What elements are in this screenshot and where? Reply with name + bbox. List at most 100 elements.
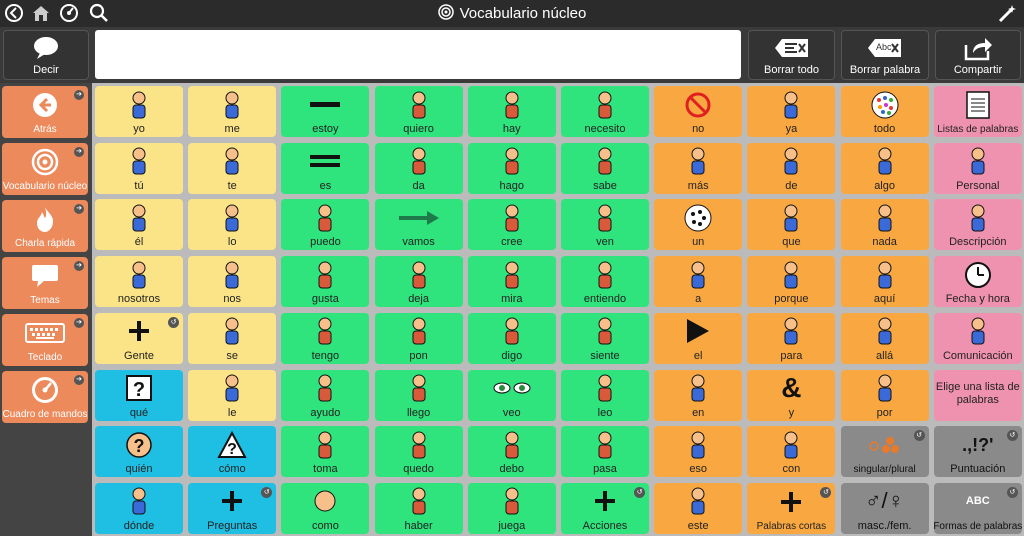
vocab-cell-formas-de-palabras[interactable]: ↺ ABC Formas de palabras xyxy=(933,482,1022,534)
vocab-cell-listas-de-palabras[interactable]: Listas de palabras xyxy=(933,86,1022,137)
edit-wand-icon[interactable] xyxy=(996,2,1020,24)
vocab-cell-cómo[interactable]: ? cómo xyxy=(188,426,277,478)
vocab-cell-masc-fem-[interactable]: ♂/♀ masc./fem. xyxy=(840,482,929,534)
vocab-cell-debo[interactable]: debo xyxy=(467,426,556,478)
vocab-cell-gente[interactable]: ↺ Gente xyxy=(95,312,183,364)
sidebar-item-keyboard[interactable]: ➔ Teclado xyxy=(2,314,88,366)
vocab-cell-el[interactable]: el xyxy=(654,312,743,364)
vocab-cell-dónde[interactable]: dónde xyxy=(95,482,183,534)
vocab-cell-ya[interactable]: ya xyxy=(747,86,836,137)
vocab-cell-tú[interactable]: tú xyxy=(95,142,183,194)
sidebar-item-back[interactable]: ➔ Atrás xyxy=(2,86,88,138)
vocab-cell-algo[interactable]: algo xyxy=(840,142,929,194)
vocab-cell-allá[interactable]: allá xyxy=(840,312,929,364)
vocab-cell-nada[interactable]: nada xyxy=(840,199,929,251)
vocab-cell-estoy[interactable]: estoy xyxy=(281,86,370,137)
vocab-cell-este[interactable]: este xyxy=(654,482,743,534)
vocab-cell-preguntas[interactable]: ↺ Preguntas xyxy=(188,482,277,534)
vocab-cell-con[interactable]: con xyxy=(747,426,836,478)
vocab-cell-digo[interactable]: digo xyxy=(467,312,556,364)
vocab-cell-yo[interactable]: yo xyxy=(95,86,183,137)
vocab-cell-leo[interactable]: leo xyxy=(561,369,649,421)
play-triangle-icon xyxy=(654,313,742,350)
vocab-cell-no[interactable]: no xyxy=(654,86,743,137)
vocab-cell-a[interactable]: a xyxy=(654,256,743,308)
vocab-cell-mira[interactable]: mira xyxy=(467,256,556,308)
vocab-cell-quiero[interactable]: quiero xyxy=(374,86,463,137)
vocab-cell-elige-una-lista-de-palabras[interactable]: Elige una lista de palabras xyxy=(933,369,1022,421)
sidebar-item-topics[interactable]: ➔ Temas xyxy=(2,257,88,309)
vocab-cell-le[interactable]: le xyxy=(188,369,277,421)
cell-label: qué xyxy=(129,406,149,419)
clear-word-button[interactable]: Abc Borrar palabra xyxy=(841,30,929,80)
vocab-cell-pasa[interactable]: pasa xyxy=(561,426,649,478)
vocab-cell-sabe[interactable]: sabe xyxy=(561,142,649,194)
sidebar-item-quick-chat[interactable]: ➔ Charla rápida xyxy=(2,200,88,252)
vocab-cell-él[interactable]: él xyxy=(95,199,183,251)
vocab-cell-personal[interactable]: Personal xyxy=(933,142,1022,194)
vocab-cell-me[interactable]: me xyxy=(188,86,277,137)
vocab-cell-toma[interactable]: toma xyxy=(281,426,370,478)
vocab-cell-un[interactable]: un xyxy=(654,199,743,251)
vocab-cell-comunicación[interactable]: Comunicación xyxy=(933,312,1022,364)
vocab-cell-lo[interactable]: lo xyxy=(188,199,277,251)
vocab-cell-nos[interactable]: nos xyxy=(188,256,277,308)
vocab-cell-singular-plural[interactable]: ↺ singular/plural xyxy=(840,426,929,478)
vocab-cell-eso[interactable]: eso xyxy=(654,426,743,478)
sidebar-item-core-vocabulary[interactable]: ➔ Vocabulario núcleo xyxy=(2,143,88,195)
vocab-cell-tengo[interactable]: tengo xyxy=(281,312,370,364)
vocab-cell-como[interactable]: como xyxy=(281,482,370,534)
vocab-cell-juega[interactable]: juega xyxy=(467,482,556,534)
vocab-cell-puntuación[interactable]: ↺ .,!?' Puntuación xyxy=(933,426,1022,478)
vocab-cell-por[interactable]: por xyxy=(840,369,929,421)
vocab-cell-llego[interactable]: llego xyxy=(374,369,463,421)
vocab-cell-todo[interactable]: todo xyxy=(840,86,929,137)
vocab-cell-de[interactable]: de xyxy=(747,142,836,194)
vocab-cell-te[interactable]: te xyxy=(188,142,277,194)
notebook-icon xyxy=(934,86,1022,124)
vocab-cell-más[interactable]: más xyxy=(654,142,743,194)
vocab-cell-deja[interactable]: deja xyxy=(374,256,463,308)
vocab-cell-y[interactable]: & y xyxy=(747,369,836,421)
vocab-cell-siente[interactable]: siente xyxy=(561,312,649,364)
vocab-cell-necesito[interactable]: necesito xyxy=(561,86,649,137)
vocab-cell-en[interactable]: en xyxy=(654,369,743,421)
vocab-cell-puedo[interactable]: puedo xyxy=(281,199,370,251)
vocab-cell-qué[interactable]: ? qué xyxy=(95,369,183,421)
more-options-icon: ↺ xyxy=(261,486,273,498)
speak-button[interactable]: Decir xyxy=(3,30,89,80)
vocab-cell-da[interactable]: da xyxy=(374,142,463,194)
vocab-cell-acciones[interactable]: ↺ Acciones xyxy=(561,482,649,534)
vocab-cell-aquí[interactable]: aquí xyxy=(840,256,929,308)
person-self-icon xyxy=(188,86,276,123)
vocab-cell-hay[interactable]: hay xyxy=(467,86,556,137)
vocab-cell-quién[interactable]: ? quién xyxy=(95,426,183,478)
vocab-cell-porque[interactable]: porque xyxy=(747,256,836,308)
nothing-icon xyxy=(841,199,929,236)
vocab-cell-para[interactable]: para xyxy=(747,312,836,364)
sidebar-item-dashboard[interactable]: ➔ Cuadro de mandos xyxy=(2,371,88,423)
vocab-cell-pon[interactable]: pon xyxy=(374,312,463,364)
vocab-cell-quedo[interactable]: quedo xyxy=(374,426,463,478)
vocab-cell-entiendo[interactable]: entiendo xyxy=(561,256,649,308)
vocab-cell-descripción[interactable]: Descripción xyxy=(933,199,1022,251)
gender-icon: ♂/♀ xyxy=(865,488,905,514)
vocab-cell-palabras-cortas[interactable]: ↺ Palabras cortas xyxy=(747,482,836,534)
message-input[interactable] xyxy=(95,30,741,79)
clear-all-button[interactable]: Borrar todo xyxy=(748,30,835,80)
vocab-cell-veo[interactable]: veo xyxy=(467,369,556,421)
vocab-cell-hago[interactable]: hago xyxy=(467,142,556,194)
vocab-cell-ven[interactable]: ven xyxy=(561,199,649,251)
vocab-cell-fecha-y-hora[interactable]: Fecha y hora xyxy=(933,256,1022,308)
vocab-cell-es[interactable]: es xyxy=(281,142,370,194)
vocab-cell-nosotros[interactable]: nosotros xyxy=(95,256,183,308)
of-icon xyxy=(747,143,835,180)
vocab-cell-haber[interactable]: haber xyxy=(374,482,463,534)
vocab-cell-gusta[interactable]: gusta xyxy=(281,256,370,308)
vocab-cell-cree[interactable]: cree xyxy=(467,199,556,251)
vocab-cell-se[interactable]: se xyxy=(188,312,277,364)
vocab-cell-que[interactable]: que xyxy=(747,199,836,251)
vocab-cell-ayudo[interactable]: ayudo xyxy=(281,369,370,421)
share-button[interactable]: Compartir xyxy=(935,30,1021,80)
vocab-cell-vamos[interactable]: vamos xyxy=(374,199,463,251)
